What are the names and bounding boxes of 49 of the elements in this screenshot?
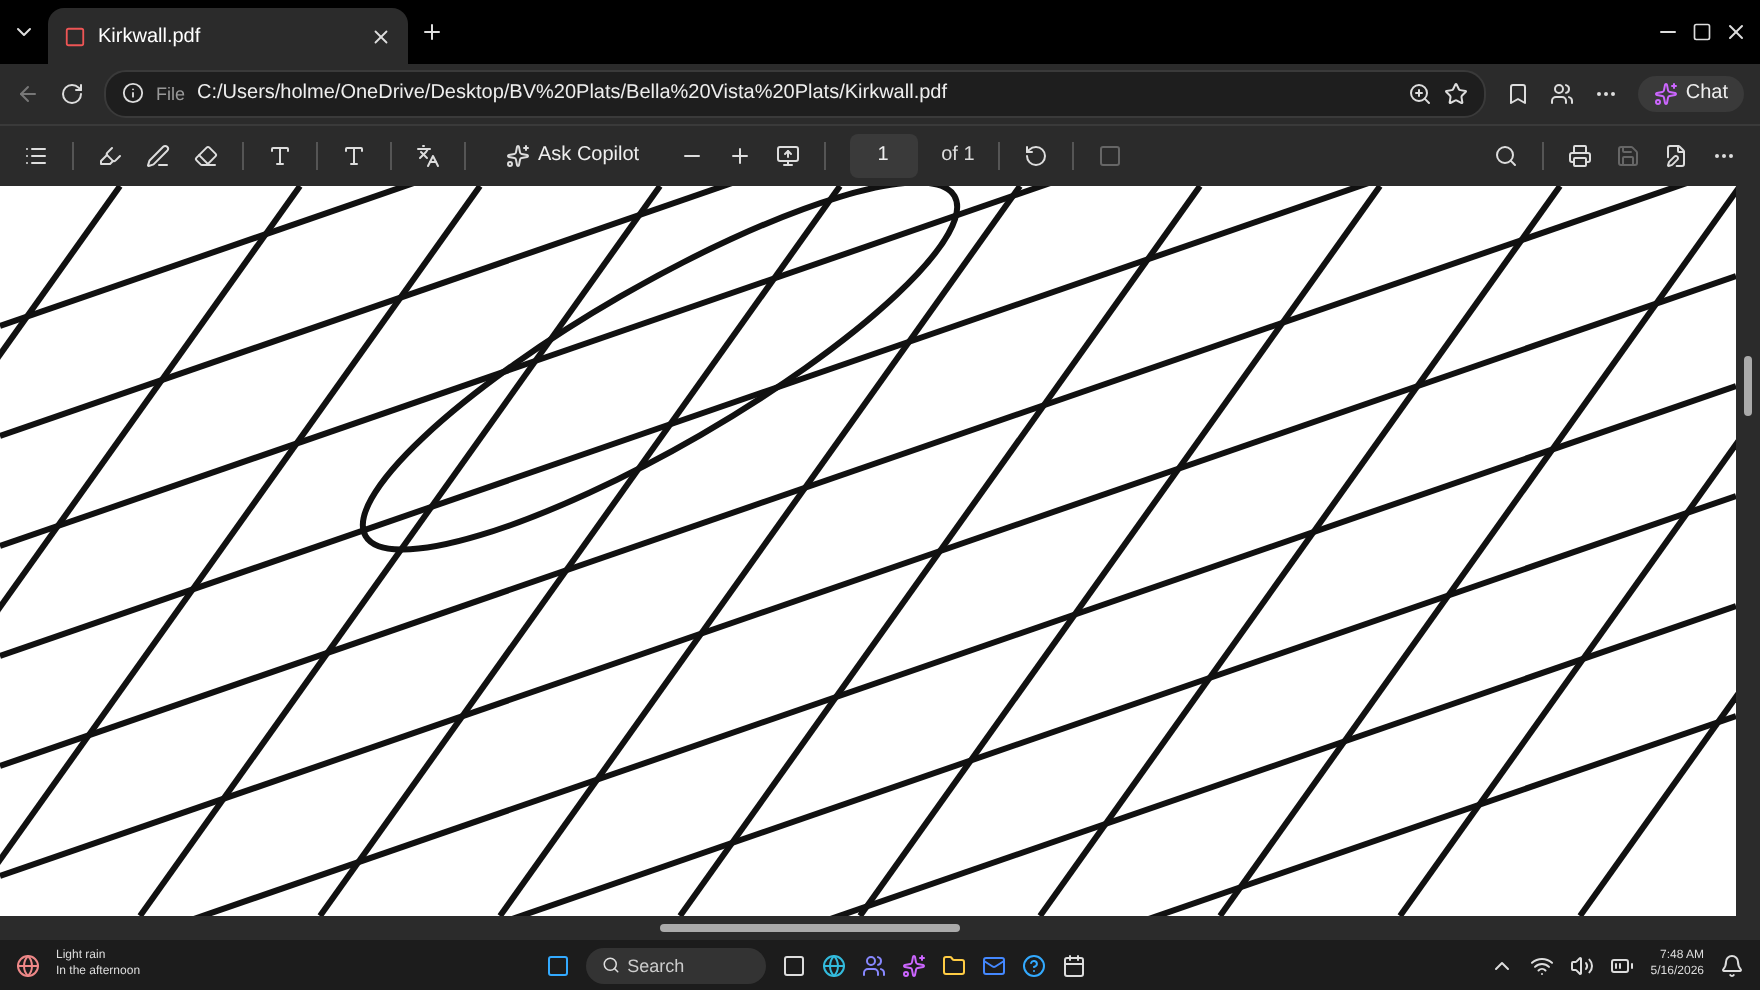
copilot-icon[interactable] — [901, 953, 926, 978]
zoom-icon[interactable] — [1407, 81, 1432, 106]
eraser-icon[interactable] — [194, 143, 218, 168]
restore-icon[interactable] — [1692, 22, 1712, 42]
fit-page-icon[interactable] — [775, 143, 800, 168]
scheme-label: File — [156, 83, 186, 104]
folder-icon[interactable] — [941, 953, 966, 978]
print-icon[interactable] — [1568, 143, 1592, 168]
close-icon[interactable] — [370, 25, 392, 47]
pen-icon[interactable] — [146, 143, 170, 168]
browser-tab[interactable]: Kirkwall.pdf — [48, 8, 408, 64]
rotate-icon[interactable] — [1024, 143, 1049, 168]
volume-icon[interactable] — [1570, 953, 1595, 978]
zoom-in-icon[interactable] — [727, 143, 752, 168]
page-count: of 1 — [941, 144, 975, 167]
search-icon — [601, 956, 620, 975]
help-icon[interactable] — [1021, 953, 1046, 978]
profile-icon[interactable] — [1549, 81, 1574, 106]
save-icon[interactable] — [1616, 143, 1640, 168]
start-icon[interactable] — [545, 953, 570, 978]
ask-copilot-button[interactable]: Ask Copilot — [490, 137, 656, 174]
calendar-icon[interactable] — [1061, 953, 1086, 978]
info-icon — [122, 82, 144, 105]
highlighter-icon[interactable] — [98, 143, 122, 168]
scrollbar-thumb[interactable] — [660, 924, 960, 933]
url-text: C:/Users/holme/OneDrive/Desktop/BV%20Plats/Bella%20Vista%20Plats/Kirkwall.pdf — [197, 82, 947, 105]
browser-icon[interactable] — [821, 953, 846, 978]
chat-button[interactable]: Chat — [1637, 75, 1744, 112]
task-view-icon[interactable] — [781, 953, 806, 978]
close-icon[interactable] — [1724, 20, 1748, 44]
search-icon[interactable] — [1494, 143, 1518, 168]
translate-icon[interactable] — [416, 143, 440, 168]
taskbar-search[interactable]: Search — [585, 947, 766, 984]
back-icon[interactable] — [16, 81, 40, 106]
bell-icon[interactable] — [1720, 953, 1744, 978]
star-icon[interactable] — [1443, 81, 1468, 106]
battery-icon[interactable] — [1610, 953, 1635, 978]
edit-icon[interactable] — [1664, 143, 1688, 168]
mail-icon[interactable] — [981, 953, 1006, 978]
favorites-icon[interactable] — [1505, 81, 1530, 106]
new-tab-icon[interactable] — [420, 20, 444, 44]
text-box-icon[interactable] — [268, 143, 292, 168]
page-number-field[interactable]: 1 — [849, 133, 918, 178]
address-field[interactable]: File C:/Users/holme/OneDrive/Desktop/BV%20Plats/Bella%20Vista%20Plats/Kirkwall.pdf — [104, 69, 1486, 118]
refresh-icon[interactable] — [60, 81, 84, 106]
scrollbar-thumb[interactable] — [1744, 356, 1752, 417]
people-icon[interactable] — [861, 953, 886, 978]
copilot-icon — [506, 143, 530, 168]
sparkle-icon — [1653, 81, 1678, 106]
